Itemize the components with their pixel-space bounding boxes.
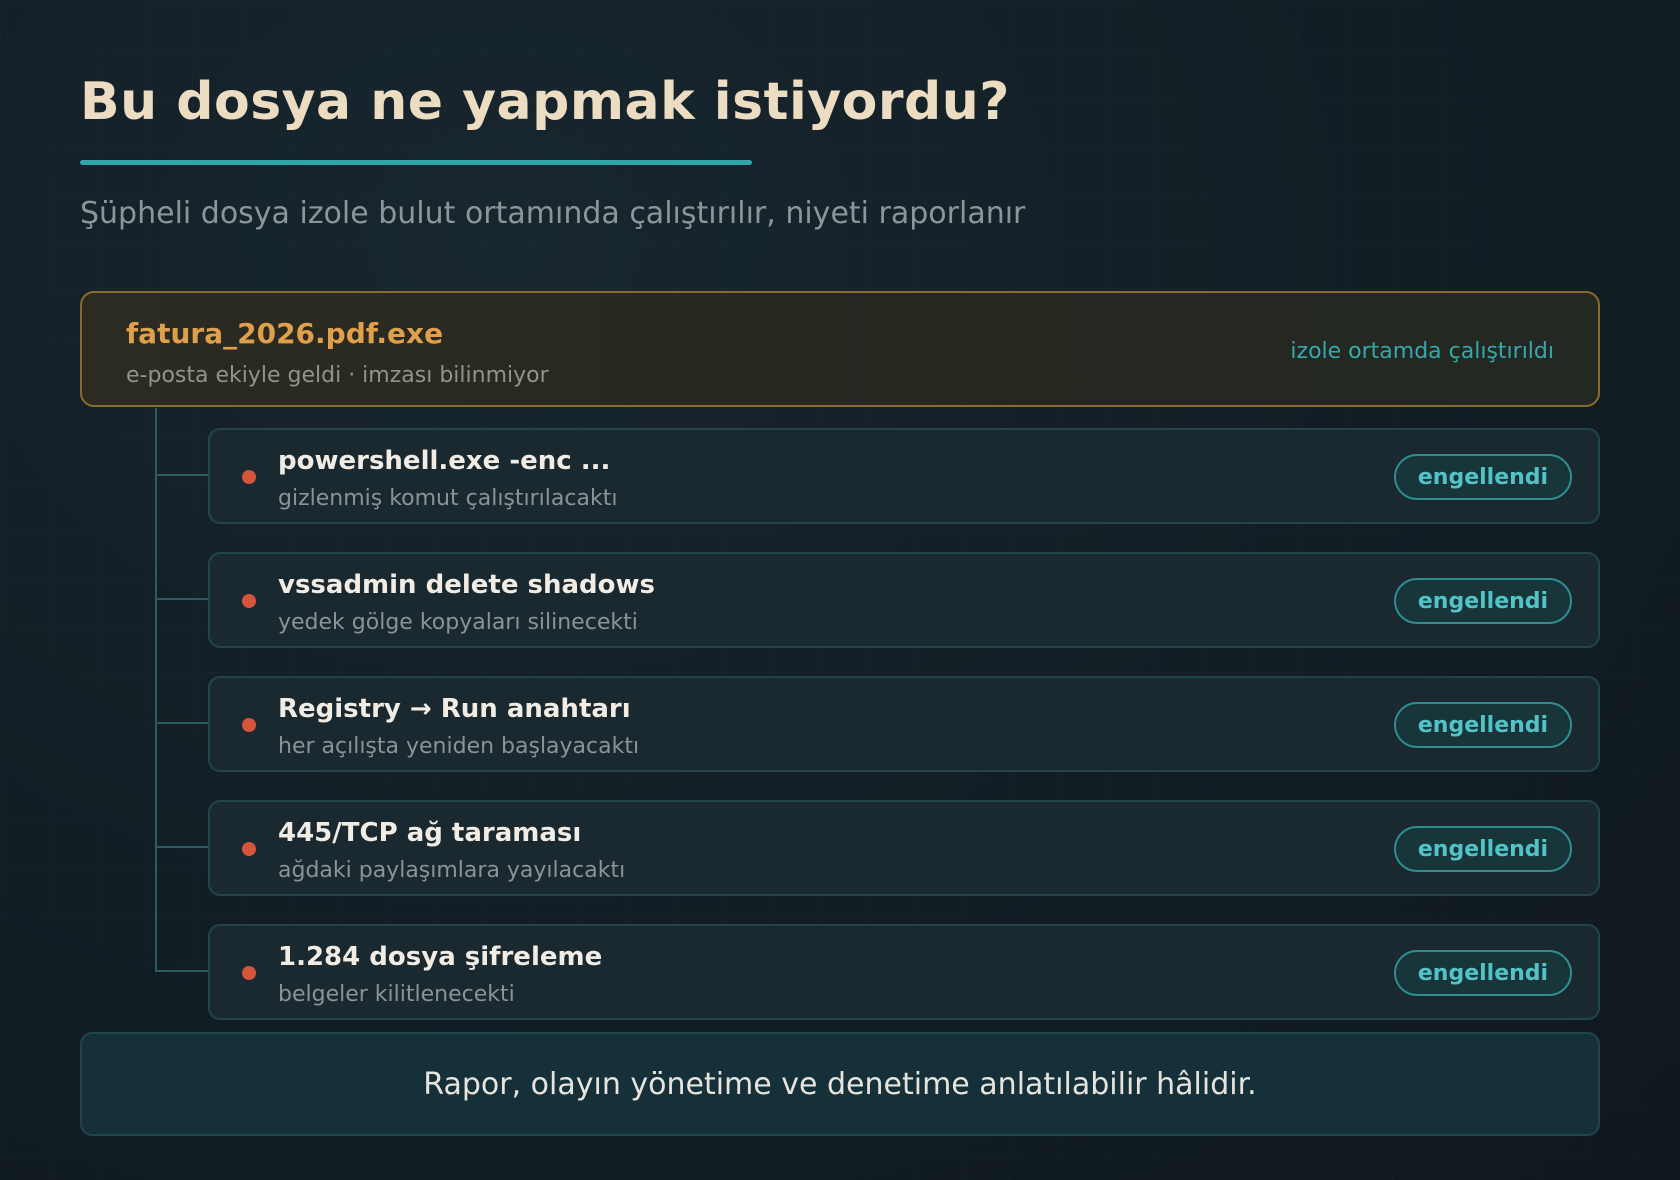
page: Bu dosya ne yapmak istiyordu? Şüpheli do…	[0, 0, 1680, 1180]
tree-trunk-line	[155, 408, 157, 972]
tree-branch-line	[155, 846, 209, 848]
page-subtitle: Şüpheli dosya izole bulut ortamında çalı…	[80, 196, 1026, 231]
danger-dot-icon	[242, 470, 256, 484]
page-title: Bu dosya ne yapmak istiyordu?	[80, 72, 1010, 132]
danger-dot-icon	[242, 594, 256, 608]
step-description: yedek gölge kopyaları silinecekti	[278, 610, 638, 635]
blocked-badge: engellendi	[1394, 702, 1572, 748]
step-title: vssadmin delete shadows	[278, 570, 656, 600]
step-title: 1.284 dosya şifreleme	[278, 942, 603, 972]
file-status: izole ortamda çalıştırıldı	[1290, 339, 1554, 364]
file-meta: e-posta ekiyle geldi · imzası bilinmiyor	[126, 363, 549, 388]
behavior-step[interactable]: powershell.exe -enc ... gizlenmiş komut …	[208, 428, 1600, 524]
step-title: Registry → Run anahtarı	[278, 694, 631, 724]
tree-branch-line	[155, 722, 209, 724]
behavior-step[interactable]: 445/TCP ağ taraması ağdaki paylaşımlara …	[208, 800, 1600, 896]
blocked-badge: engellendi	[1394, 826, 1572, 872]
step-description: her açılışta yeniden başlayacaktı	[278, 734, 640, 759]
blocked-badge: engellendi	[1394, 454, 1572, 500]
tree-branch-line	[155, 474, 209, 476]
step-description: gizlenmiş komut çalıştırılacaktı	[278, 486, 618, 511]
danger-dot-icon	[242, 718, 256, 732]
step-description: belgeler kilitlenecekti	[278, 982, 515, 1007]
behavior-step[interactable]: vssadmin delete shadows yedek gölge kopy…	[208, 552, 1600, 648]
title-underline	[80, 160, 752, 165]
step-title: powershell.exe -enc ...	[278, 446, 611, 476]
tree-branch-line	[155, 970, 209, 972]
behavior-step[interactable]: 1.284 dosya şifreleme belgeler kilitlene…	[208, 924, 1600, 1020]
step-title: 445/TCP ağ taraması	[278, 818, 582, 848]
suspicious-file-card[interactable]: fatura_2026.pdf.exe e-posta ekiyle geldi…	[80, 291, 1600, 407]
danger-dot-icon	[242, 842, 256, 856]
report-footer-note: Rapor, olayın yönetime ve denetime anlat…	[80, 1032, 1600, 1136]
tree-branch-line	[155, 598, 209, 600]
blocked-badge: engellendi	[1394, 578, 1572, 624]
step-description: ağdaki paylaşımlara yayılacaktı	[278, 858, 626, 883]
behavior-step[interactable]: Registry → Run anahtarı her açılışta yen…	[208, 676, 1600, 772]
file-name: fatura_2026.pdf.exe	[126, 317, 444, 350]
danger-dot-icon	[242, 966, 256, 980]
blocked-badge: engellendi	[1394, 950, 1572, 996]
